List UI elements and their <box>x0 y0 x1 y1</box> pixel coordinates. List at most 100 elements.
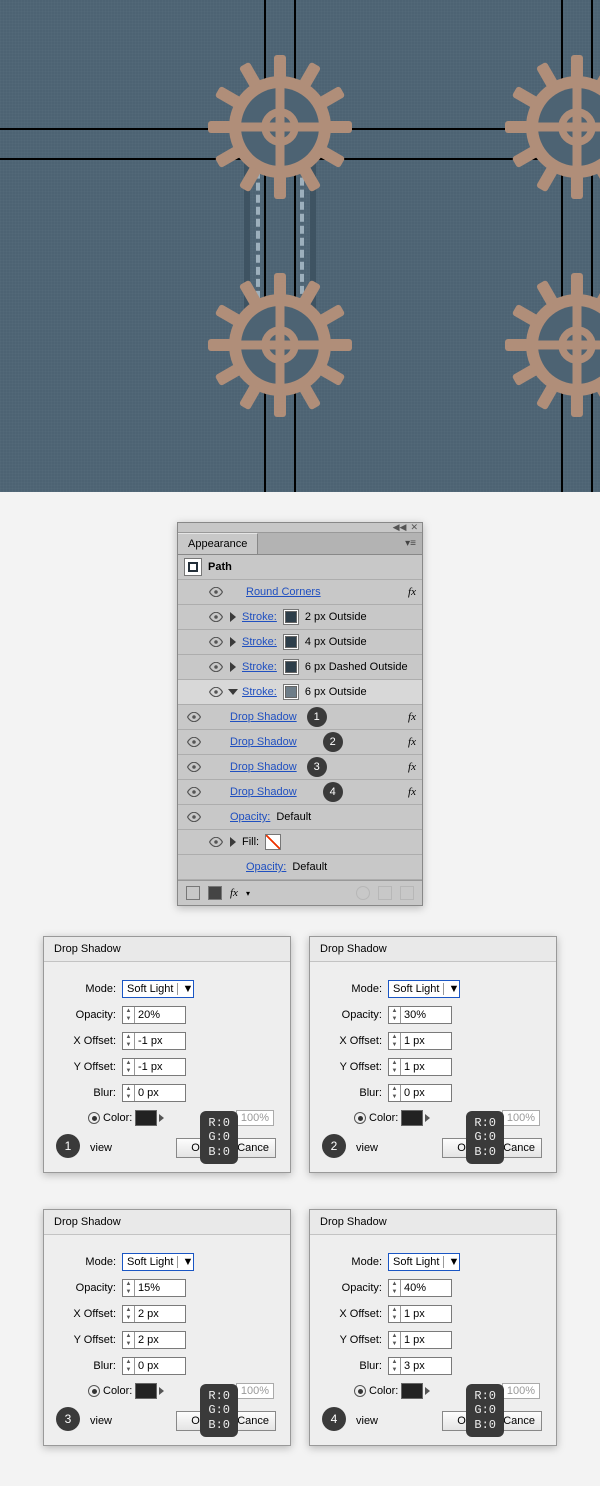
dialog-title: Drop Shadow <box>44 1210 290 1235</box>
dropshadow-row[interactable]: Drop Shadow 2 fx <box>178 730 422 755</box>
stroke-link[interactable]: Stroke: <box>242 636 277 648</box>
color-radio[interactable] <box>354 1112 366 1124</box>
effect-link[interactable]: Round Corners <box>246 586 321 598</box>
blur-input[interactable]: ▲▼ <box>122 1357 186 1375</box>
blur-input[interactable]: ▲▼ <box>122 1084 186 1102</box>
effect-link[interactable]: Drop Shadow <box>230 786 297 798</box>
color-swatch[interactable] <box>401 1110 423 1126</box>
stroke-row[interactable]: Stroke: 6 px Dashed Outside <box>178 655 422 680</box>
visibility-icon[interactable] <box>208 834 224 850</box>
visibility-icon[interactable] <box>208 659 224 675</box>
panel-menu-icon[interactable]: ▾≡ <box>399 538 422 549</box>
effect-row[interactable]: Round Corners fx <box>178 580 422 605</box>
color-radio[interactable] <box>88 1385 100 1397</box>
swatch-none-icon[interactable] <box>265 834 281 850</box>
mode-select[interactable]: Soft Light▼ <box>388 980 460 998</box>
yoffset-input[interactable]: ▲▼ <box>122 1058 186 1076</box>
opacity-input[interactable]: ▲▼ <box>122 1006 186 1024</box>
visibility-icon[interactable] <box>186 809 202 825</box>
fx-icon[interactable]: fx <box>408 586 416 598</box>
effect-link[interactable]: Drop Shadow <box>230 736 297 748</box>
yoffset-input[interactable]: ▲▼ <box>388 1058 452 1076</box>
color-swatch[interactable] <box>401 1383 423 1399</box>
visibility-icon[interactable] <box>208 684 224 700</box>
opacity-input[interactable]: ▲▼ <box>388 1006 452 1024</box>
expand-icon[interactable] <box>230 612 236 622</box>
stroke-row-expanded[interactable]: Stroke: 6 px Outside <box>178 680 422 705</box>
swatch-icon[interactable] <box>283 659 299 675</box>
dropshadow-row[interactable]: Drop Shadow 4 fx <box>178 780 422 805</box>
yoffset-input[interactable]: ▲▼ <box>388 1331 452 1349</box>
darkness-input[interactable]: 100% <box>236 1383 274 1399</box>
stroke-row[interactable]: Stroke: 2 px Outside <box>178 605 422 630</box>
stroke-row[interactable]: Stroke: 4 px Outside <box>178 630 422 655</box>
mode-label: Mode: <box>324 1256 382 1268</box>
visibility-icon[interactable] <box>186 709 202 725</box>
yoffset-input[interactable]: ▲▼ <box>122 1331 186 1349</box>
trash-icon[interactable] <box>400 886 414 900</box>
visibility-icon[interactable] <box>186 734 202 750</box>
opacity-row[interactable]: Opacity: Default <box>178 855 422 880</box>
color-swatch[interactable] <box>135 1383 157 1399</box>
swatch-icon[interactable] <box>283 684 299 700</box>
new-stroke-icon[interactable] <box>186 886 200 900</box>
stroke-link[interactable]: Stroke: <box>242 686 277 698</box>
blur-label: Blur: <box>58 1087 116 1099</box>
opacity-link[interactable]: Opacity: <box>246 861 286 873</box>
opacity-row[interactable]: Opacity: Default <box>178 805 422 830</box>
mode-select[interactable]: Soft Light▼ <box>122 1253 194 1271</box>
add-effect-icon[interactable]: fx <box>230 887 238 899</box>
dialog-title: Drop Shadow <box>44 937 290 962</box>
darkness-input[interactable]: 100% <box>236 1110 274 1126</box>
stroke-link[interactable]: Stroke: <box>242 661 277 673</box>
xoffset-input[interactable]: ▲▼ <box>388 1305 452 1323</box>
color-radio[interactable] <box>88 1112 100 1124</box>
opacity-input[interactable]: ▲▼ <box>388 1279 452 1297</box>
close-icon[interactable]: ✕ <box>410 522 418 533</box>
duplicate-icon[interactable] <box>378 886 392 900</box>
expand-icon[interactable] <box>230 662 236 672</box>
xoffset-input[interactable]: ▲▼ <box>122 1032 186 1050</box>
visibility-icon[interactable] <box>208 609 224 625</box>
xoffset-input[interactable]: ▲▼ <box>388 1032 452 1050</box>
fx-icon[interactable]: fx <box>408 736 416 748</box>
new-fill-icon[interactable] <box>208 886 222 900</box>
visibility-icon[interactable] <box>208 584 224 600</box>
expand-icon[interactable] <box>230 637 236 647</box>
expand-icon[interactable] <box>228 689 238 695</box>
effect-link[interactable]: Drop Shadow <box>230 711 297 723</box>
fx-icon[interactable]: fx <box>408 786 416 798</box>
swatch-icon[interactable] <box>283 634 299 650</box>
color-radio[interactable] <box>354 1385 366 1397</box>
opacity-link[interactable]: Opacity: <box>230 811 270 823</box>
darkness-input[interactable]: 100% <box>502 1383 540 1399</box>
fill-row[interactable]: Fill: <box>178 830 422 855</box>
artboard-preview <box>0 0 600 492</box>
color-swatch[interactable] <box>135 1110 157 1126</box>
blur-label: Blur: <box>58 1360 116 1372</box>
opacity-input[interactable]: ▲▼ <box>122 1279 186 1297</box>
dropshadow-row[interactable]: Drop Shadow 3 fx <box>178 755 422 780</box>
tab-appearance[interactable]: Appearance <box>178 533 258 554</box>
xoffset-input[interactable]: ▲▼ <box>122 1305 186 1323</box>
collapse-icon[interactable]: ◀◀ <box>393 522 407 533</box>
swatch-icon[interactable] <box>283 609 299 625</box>
fx-icon[interactable]: fx <box>408 761 416 773</box>
visibility-icon[interactable] <box>186 759 202 775</box>
object-thumb-icon[interactable] <box>184 558 202 576</box>
fx-icon[interactable]: fx <box>408 711 416 723</box>
visibility-icon[interactable] <box>186 784 202 800</box>
clear-icon[interactable] <box>356 886 370 900</box>
stroke-link[interactable]: Stroke: <box>242 611 277 623</box>
drop-shadow-dialog: Drop Shadow Mode: Soft Light▼ Opacity: ▲… <box>43 1209 291 1446</box>
darkness-input[interactable]: 100% <box>502 1110 540 1126</box>
dropshadow-row[interactable]: Drop Shadow 1 fx <box>178 705 422 730</box>
expand-icon[interactable] <box>230 837 236 847</box>
mode-select[interactable]: Soft Light▼ <box>388 1253 460 1271</box>
blur-input[interactable]: ▲▼ <box>388 1357 452 1375</box>
visibility-icon[interactable] <box>208 634 224 650</box>
stroke-value: 6 px Outside <box>305 686 367 698</box>
mode-select[interactable]: Soft Light▼ <box>122 980 194 998</box>
blur-input[interactable]: ▲▼ <box>388 1084 452 1102</box>
effect-link[interactable]: Drop Shadow <box>230 761 297 773</box>
